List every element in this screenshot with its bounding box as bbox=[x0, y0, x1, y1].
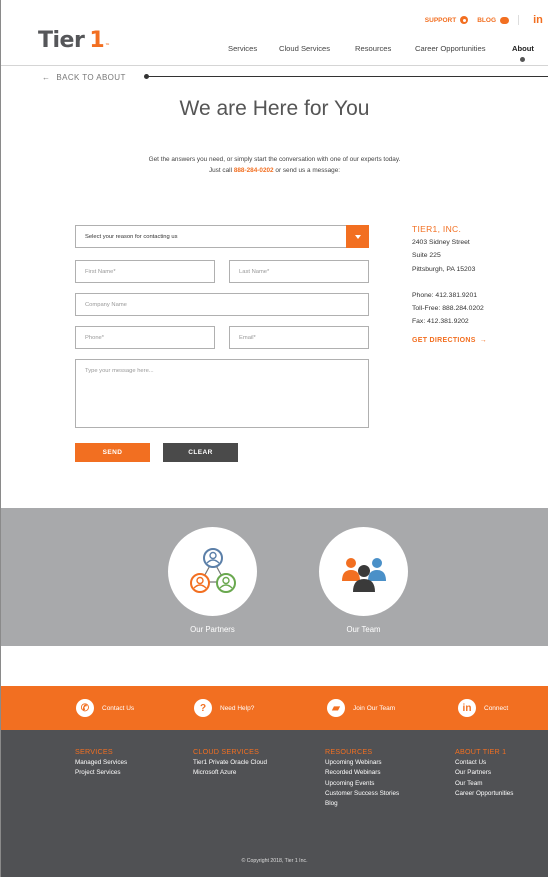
intro-phone-link[interactable]: 888-284-0202 bbox=[234, 167, 274, 174]
footer-link[interactable]: Upcoming Events bbox=[325, 779, 399, 789]
nav-about[interactable]: About bbox=[512, 44, 534, 62]
footer-link[interactable]: Career Opportunities bbox=[455, 789, 513, 799]
back-label: BACK TO ABOUT bbox=[56, 73, 126, 82]
intro-line-2: Just call 888-284-0202 or send us a mess… bbox=[1, 165, 548, 176]
timeline-line bbox=[146, 76, 548, 77]
team-people-icon bbox=[341, 557, 386, 592]
nav-divider bbox=[1, 65, 548, 66]
join-team-link[interactable]: ▰ Join Our Team bbox=[327, 699, 395, 717]
company-name: TIER1, INC. bbox=[412, 224, 462, 234]
footer-col-services: SERVICES Managed Services Project Servic… bbox=[75, 747, 127, 779]
footer-heading: RESOURCES bbox=[325, 747, 373, 756]
footer-link[interactable]: Upcoming Webinars bbox=[325, 758, 399, 768]
linkedin-icon[interactable]: in bbox=[528, 14, 548, 26]
first-name-field[interactable]: First Name* bbox=[75, 260, 215, 283]
phone-number: Phone: 412.381.9201 bbox=[412, 291, 478, 299]
clear-button[interactable]: CLEAR bbox=[163, 443, 238, 462]
need-help-label: Need Help? bbox=[220, 704, 255, 712]
chat-icon bbox=[500, 16, 509, 24]
nav-resources[interactable]: Resources bbox=[355, 44, 391, 53]
team-circle[interactable] bbox=[319, 527, 408, 616]
contact-us-label: Contact Us bbox=[102, 704, 135, 712]
contact-us-link[interactable]: ✆ Contact Us bbox=[76, 699, 134, 717]
last-name-field[interactable]: Last Name* bbox=[229, 260, 369, 283]
tollfree-number: Toll-Free: 888.284.0202 bbox=[412, 305, 484, 313]
logo-text: Tier bbox=[38, 28, 85, 53]
company-name-field[interactable]: Company Name bbox=[75, 293, 369, 316]
need-help-link[interactable]: ? Need Help? bbox=[194, 699, 254, 717]
phone-field[interactable]: Phone* bbox=[75, 326, 215, 349]
partners-circle[interactable] bbox=[168, 527, 257, 616]
footer: SERVICES Managed Services Project Servic… bbox=[1, 730, 548, 877]
chevron-down-icon[interactable] bbox=[346, 225, 369, 248]
page: SUPPORT BLOG in Tier 1 ™ Services Cloud … bbox=[0, 0, 548, 877]
city: Pittsburgh, PA 15203 bbox=[412, 265, 476, 273]
get-directions-link[interactable]: GET DIRECTIONS → bbox=[412, 334, 487, 347]
nav-services[interactable]: Services bbox=[228, 44, 257, 53]
connect-link[interactable]: in Connect bbox=[458, 699, 508, 717]
active-nav-indicator bbox=[520, 57, 525, 62]
support-label: SUPPORT bbox=[424, 16, 457, 24]
footer-col-resources: RESOURCES Upcoming Webinars Recorded Web… bbox=[325, 747, 399, 809]
footer-link[interactable]: Project Services bbox=[75, 768, 127, 778]
footer-link[interactable]: Managed Services bbox=[75, 758, 127, 768]
partners-team-band: Our Partners Our Team bbox=[1, 508, 548, 646]
arrow-right-icon: → bbox=[479, 337, 488, 345]
footer-link[interactable]: Blog bbox=[325, 799, 399, 809]
footer-link[interactable]: Microsoft Azure bbox=[193, 768, 267, 778]
fax-number: Fax: 412.381.9202 bbox=[412, 318, 469, 326]
blog-label: BLOG bbox=[477, 16, 496, 24]
copyright: © Copyright 2018, Tier 1 Inc. bbox=[241, 858, 308, 864]
email-field[interactable]: Email* bbox=[229, 326, 369, 349]
suite: Suite 225 bbox=[412, 252, 441, 260]
footer-link[interactable]: Our Team bbox=[455, 779, 513, 789]
briefcase-icon: ▰ bbox=[327, 699, 345, 717]
footer-link[interactable]: Customer Success Stories bbox=[325, 789, 399, 799]
footer-heading: SERVICES bbox=[75, 747, 113, 756]
footer-col-about: ABOUT TIER 1 Contact Us Our Partners Our… bbox=[455, 747, 513, 799]
address-block: TIER1, INC. 2403 Sidney Street Suite 225… bbox=[412, 223, 487, 348]
reason-select-value: Select your reason for contacting us bbox=[85, 234, 178, 240]
footer-link[interactable]: Our Partners bbox=[455, 768, 513, 778]
reason-select[interactable]: Select your reason for contacting us bbox=[75, 225, 369, 248]
message-textarea[interactable]: Type your message here... bbox=[75, 359, 369, 428]
join-team-label: Join Our Team bbox=[353, 704, 396, 712]
footer-col-cloud: CLOUD SERVICES Tier1 Private Oracle Clou… bbox=[193, 747, 267, 779]
back-link[interactable]: ← BACK TO ABOUT bbox=[42, 73, 126, 82]
intro-line-1: Get the answers you need, or simply star… bbox=[148, 156, 401, 163]
nav-about-label: About bbox=[512, 44, 534, 53]
footer-link[interactable]: Contact Us bbox=[455, 758, 513, 768]
question-icon: ? bbox=[194, 699, 212, 717]
utility-bar: SUPPORT BLOG in bbox=[425, 13, 548, 27]
page-title: We are Here for You bbox=[179, 97, 370, 120]
divider bbox=[518, 15, 519, 25]
intro-post: or send us a message: bbox=[273, 167, 341, 174]
street: 2403 Sidney Street bbox=[412, 239, 470, 247]
footer-heading: ABOUT TIER 1 bbox=[455, 747, 507, 756]
logo-mark: 1 bbox=[89, 28, 105, 53]
cta-bar: ✆ Contact Us ? Need Help? ▰ Join Our Tea… bbox=[1, 686, 548, 730]
intro-text: Get the answers you need, or simply star… bbox=[1, 154, 548, 176]
connect-label: Connect bbox=[484, 704, 509, 712]
support-link[interactable]: SUPPORT bbox=[424, 16, 469, 24]
nav-cloud-services[interactable]: Cloud Services bbox=[279, 44, 330, 53]
blog-link[interactable]: BLOG bbox=[477, 16, 509, 24]
partners-network-icon bbox=[189, 547, 236, 593]
phone-icon: ✆ bbox=[76, 699, 94, 717]
arrow-left-icon: ← bbox=[42, 73, 51, 82]
trademark-mark: ™ bbox=[105, 43, 110, 49]
footer-link[interactable]: Recorded Webinars bbox=[325, 768, 399, 778]
intro-pre: Just call bbox=[208, 167, 234, 174]
partners-label[interactable]: Our Partners bbox=[168, 625, 257, 634]
logo[interactable]: Tier 1 ™ bbox=[38, 28, 110, 53]
send-button[interactable]: SEND bbox=[75, 443, 150, 462]
footer-heading: CLOUD SERVICES bbox=[193, 747, 260, 756]
get-directions-label: GET DIRECTIONS bbox=[412, 337, 476, 345]
footer-link[interactable]: Tier1 Private Oracle Cloud bbox=[193, 758, 267, 768]
nav-career-opportunities[interactable]: Career Opportunities bbox=[415, 44, 486, 53]
linkedin-icon: in bbox=[458, 699, 476, 717]
gear-icon bbox=[460, 16, 469, 24]
team-label[interactable]: Our Team bbox=[319, 625, 408, 634]
